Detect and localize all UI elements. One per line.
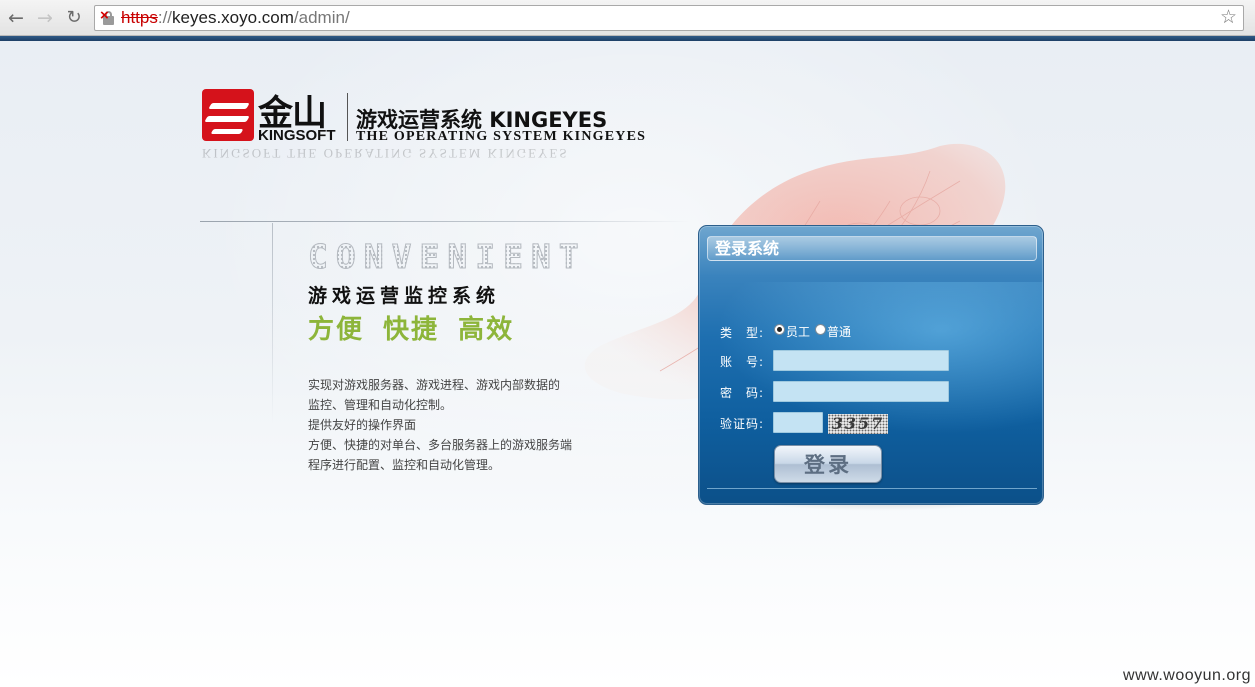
captcha-label: 验证码: bbox=[720, 417, 765, 431]
logo-reflection: KINGSOFT THE OPERATING SYSTEM KINGEYES bbox=[202, 146, 569, 161]
password-label: 密 码: bbox=[720, 386, 765, 400]
star-icon[interactable]: ☆ bbox=[1220, 7, 1237, 29]
radio-staff[interactable] bbox=[774, 324, 785, 335]
watermark: www.wooyun.org bbox=[1123, 667, 1251, 684]
kingsoft-logo: 金山 KINGSOFT bbox=[202, 89, 342, 145]
url-host: keyes.xoyo.com bbox=[172, 8, 294, 27]
login-title: 登录系统 bbox=[707, 236, 1037, 261]
radio-normal-label[interactable]: 普通 bbox=[827, 323, 851, 340]
login-page: 金山 KINGSOFT 游戏运营系统 KINGEYES THE OPERATIN… bbox=[0, 41, 1255, 687]
login-button[interactable]: 登录 bbox=[774, 445, 882, 483]
url-path: /admin/ bbox=[293, 8, 350, 27]
url-separator: :// bbox=[157, 8, 173, 27]
decor-word: CONVENIENT bbox=[308, 237, 587, 277]
description-line: 提供友好的操作界面 bbox=[308, 418, 417, 432]
url-scheme: https bbox=[121, 8, 158, 27]
insecure-lock-icon[interactable]: × bbox=[100, 8, 117, 26]
description-line: 程序进行配置、监控和自动化管理。 bbox=[308, 458, 501, 472]
description-line: 方便、快捷的对单台、多台服务器上的游戏服务端 bbox=[308, 438, 573, 452]
reload-icon[interactable]: ↻ bbox=[62, 6, 86, 30]
address-bar[interactable]: × https://keyes.xoyo.com/admin/ ☆ bbox=[94, 5, 1244, 31]
vertical-divider bbox=[272, 223, 273, 423]
kingsoft-logo-icon bbox=[202, 89, 254, 141]
account-label: 账 号: bbox=[720, 355, 765, 369]
type-label: 类 型: bbox=[720, 326, 765, 340]
horizontal-divider bbox=[200, 221, 690, 222]
slogan: 方便 快捷 高效 bbox=[308, 315, 515, 345]
headline: 游戏运营监控系统 bbox=[308, 285, 501, 307]
description-line: 监控、管理和自动化控制。 bbox=[308, 398, 453, 412]
account-input[interactable] bbox=[773, 350, 949, 371]
logo-divider bbox=[347, 93, 348, 141]
description-line: 实现对游戏服务器、游戏进程、游戏内部数据的 bbox=[308, 378, 561, 392]
description: 实现对游戏服务器、游戏进程、游戏内部数据的 监控、管理和自动化控制。 提供友好的… bbox=[308, 375, 608, 475]
panel-footer-line bbox=[707, 488, 1037, 489]
password-input[interactable] bbox=[773, 381, 949, 402]
back-arrow-icon[interactable]: ← bbox=[4, 6, 28, 30]
radio-normal[interactable] bbox=[815, 324, 826, 335]
forward-arrow-icon[interactable]: → bbox=[33, 6, 57, 30]
login-panel: 登录系统 类 型: 员工 普通 账 号: 密 码: 验证码: 3357 登录 bbox=[698, 225, 1044, 505]
browser-toolbar: ← → ↻ × https://keyes.xoyo.com/admin/ ☆ bbox=[0, 0, 1255, 36]
captcha-image[interactable]: 3357 bbox=[828, 414, 888, 434]
captcha-input[interactable] bbox=[773, 412, 823, 433]
radio-staff-label[interactable]: 员工 bbox=[786, 323, 810, 340]
